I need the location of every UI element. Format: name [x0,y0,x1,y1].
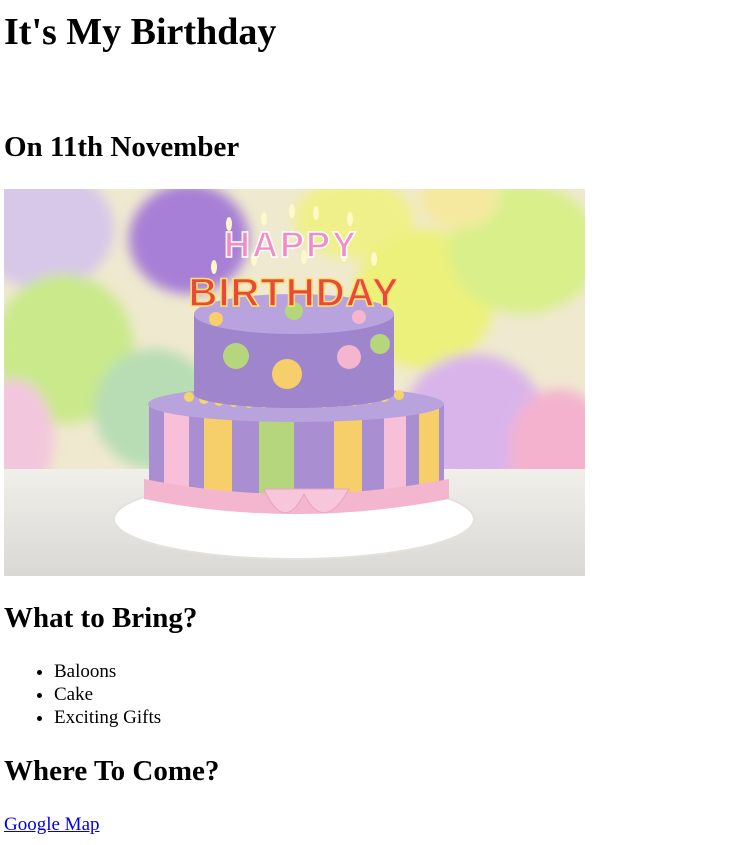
list-item: Baloons [54,660,161,683]
bring-list: Baloons Cake Exciting Gifts [0,660,161,729]
cake-topper-birthday: BIRTHDAY [189,271,400,315]
google-map-link[interactable]: Google Map [4,813,100,836]
what-to-bring-heading: What to Bring? [4,602,198,634]
list-item: Cake [54,683,161,706]
birthday-cake-image: HAPPY BIRTHDAY [4,189,585,576]
where-to-come-heading: Where To Come? [4,755,220,787]
list-item: Exciting Gifts [54,706,161,729]
page-title: It's My Birthday [4,11,277,53]
cake-topper-happy: HAPPY [224,224,358,265]
date-heading: On 11th November [4,131,240,163]
